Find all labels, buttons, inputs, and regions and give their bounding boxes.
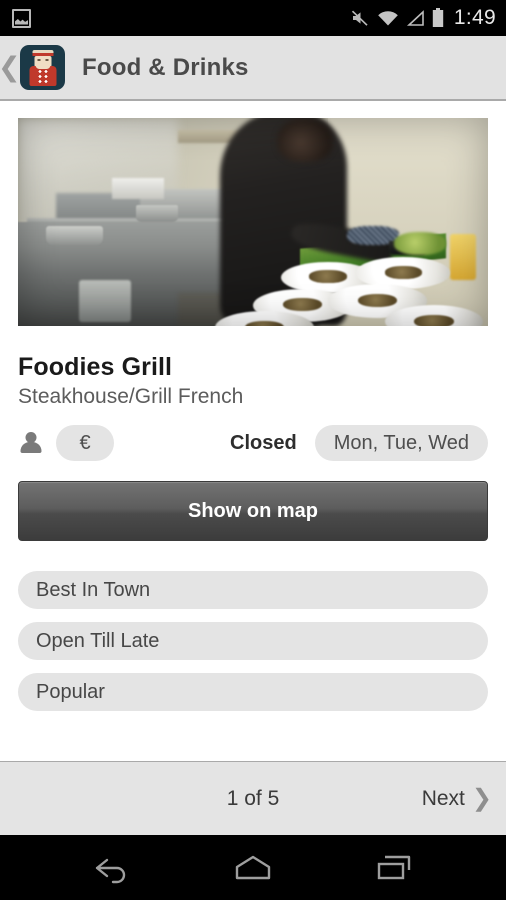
nav-recents-icon[interactable]: [365, 848, 425, 888]
person-icon-body: [20, 442, 42, 453]
pagination-footer: 1 of 5 Next ❯: [0, 761, 506, 835]
back-chevron-icon[interactable]: ❮: [0, 54, 21, 81]
next-button[interactable]: Next ❯: [421, 784, 492, 812]
list-item[interactable]: Popular: [18, 673, 488, 711]
show-on-map-button[interactable]: Show on map: [18, 481, 488, 541]
closed-days-badge: Mon, Tue, Wed: [314, 425, 488, 461]
content-area: Foodies Grill Steakhouse/Grill French € …: [0, 101, 506, 761]
status-bar-notifications: [12, 8, 31, 28]
mute-icon: [350, 9, 370, 27]
bellhop-app-icon[interactable]: [20, 45, 65, 90]
app-icon-collar: [35, 65, 50, 69]
list-item[interactable]: Best In Town: [18, 571, 488, 609]
screenshot-icon: [12, 8, 31, 28]
nav-home-icon[interactable]: [223, 848, 283, 888]
nav-back-icon[interactable]: [81, 848, 141, 888]
restaurant-meta-row: € Closed Mon, Tue, Wed: [18, 423, 488, 463]
app-icon-buttons: [38, 70, 47, 83]
page-title: Food & Drinks: [82, 53, 249, 81]
restaurant-kitchen-photo: [18, 118, 488, 326]
chevron-right-icon: ❯: [471, 784, 492, 812]
photo-vignette: [18, 118, 488, 326]
restaurant-name: Foodies Grill: [18, 353, 173, 381]
price-level-badge: €: [56, 425, 114, 461]
app-root: 1:49 ❮ Food & Drinks Foodies Grill Steak…: [0, 0, 506, 900]
status-badge: Closed: [230, 431, 297, 454]
android-nav-bar: [0, 835, 506, 900]
signal-icon: [406, 9, 425, 27]
status-bar-clock: 1:49: [453, 6, 496, 29]
person-icon: [18, 430, 44, 456]
next-button-label: Next: [421, 786, 465, 810]
status-bar: 1:49: [0, 0, 506, 36]
action-bar: ❮ Food & Drinks: [0, 36, 506, 101]
battery-icon: [432, 8, 444, 28]
tag-list: Best In Town Open Till Late Popular: [18, 571, 488, 724]
app-icon-eyes: [37, 59, 48, 61]
restaurant-category: Steakhouse/Grill French: [18, 385, 244, 408]
list-item[interactable]: Open Till Late: [18, 622, 488, 660]
wifi-icon: [377, 10, 399, 27]
status-bar-system-icons: 1:49: [350, 6, 496, 30]
